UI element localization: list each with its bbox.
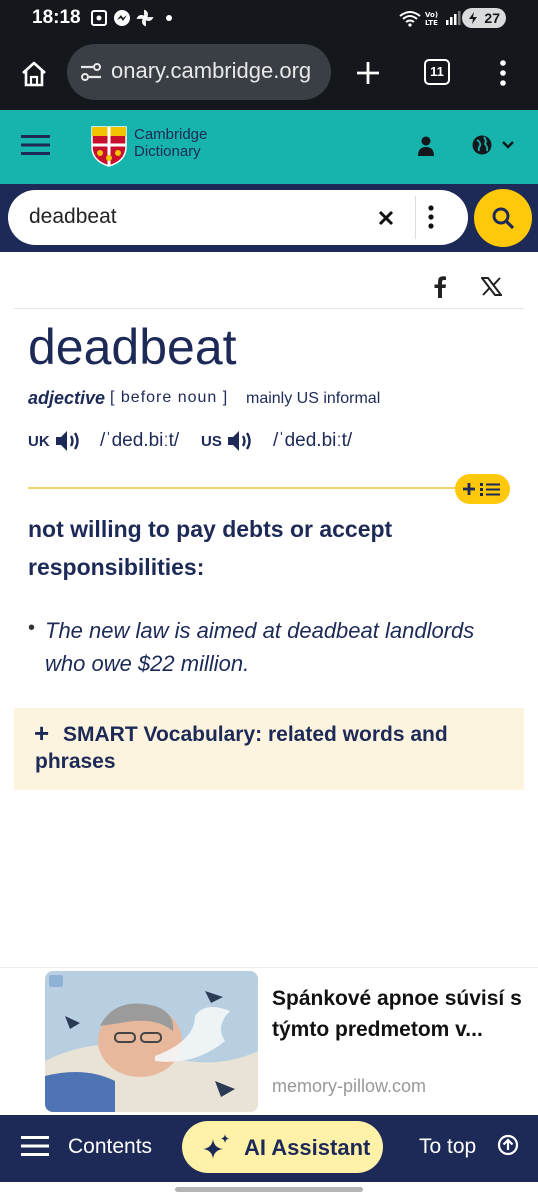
add-to-word-list-button[interactable] — [455, 474, 510, 504]
search-button[interactable] — [474, 189, 532, 247]
status-time: 18:18 — [32, 7, 81, 28]
uk-region-label: UK — [28, 433, 50, 450]
search-value: deadbeat — [29, 205, 117, 228]
ad-illustration — [45, 971, 258, 1112]
svg-text:Vo): Vo) — [425, 11, 438, 19]
search-icon — [492, 207, 515, 230]
brand-line-2: Dictionary — [134, 143, 201, 160]
browser-toolbar: onary.cambridge.org 11 — [0, 36, 538, 110]
address-bar[interactable]: onary.cambridge.org — [67, 44, 331, 100]
new-tab-icon[interactable] — [355, 60, 381, 86]
example-bullet: • — [28, 617, 36, 639]
facebook-share-icon[interactable] — [433, 276, 447, 298]
ai-assistant-label: AI Assistant — [244, 1135, 371, 1160]
language-globe-icon[interactable] — [472, 134, 518, 156]
sense-divider — [28, 487, 468, 489]
ad-title[interactable]: Spánkové apnoe súvisí s týmto predmetom … — [272, 983, 522, 1045]
clear-search-icon[interactable] — [378, 210, 394, 226]
search-band: deadbeat — [0, 184, 538, 252]
charging-icon — [469, 12, 477, 24]
smart-vocabulary-link[interactable]: SMART Vocabulary: related words and phra… — [35, 721, 495, 775]
signal-icon — [446, 11, 461, 25]
grammar-label[interactable]: [ before noun ] — [110, 389, 228, 407]
x-share-icon[interactable] — [481, 277, 502, 296]
uk-pronunciation: /ˈded.biːt/ — [100, 430, 180, 451]
dot-icon — [166, 15, 172, 21]
contents-button[interactable]: Contents — [68, 1135, 152, 1159]
tab-switcher-button[interactable]: 11 — [424, 59, 450, 85]
battery-indicator: 27 — [462, 8, 506, 28]
example-sentence: The new law is aimed at deadbeat landlor… — [45, 618, 475, 676]
pinwheel-icon — [136, 9, 154, 27]
messenger-icon — [114, 10, 130, 26]
svg-text:LTE: LTE — [425, 19, 438, 27]
cambridge-crest-logo[interactable] — [90, 125, 128, 167]
search-options-icon[interactable] — [426, 204, 436, 230]
ad-image[interactable] — [45, 971, 258, 1112]
brand-line-1: Cambridge — [134, 126, 208, 143]
to-top-button[interactable]: To top — [419, 1135, 476, 1159]
uk-audio-icon[interactable] — [54, 428, 84, 454]
status-bar: 18:18 Vo) LTE 27 — [0, 0, 538, 36]
ad-domain: memory-pillow.com — [272, 1076, 427, 1096]
wifi-icon — [399, 11, 421, 27]
us-pronunciation: /ˈded.biːt/ — [273, 430, 353, 451]
brand-name[interactable]: Cambridge Dictionary — [134, 126, 207, 160]
us-audio-icon[interactable] — [226, 428, 256, 454]
url-text: onary.cambridge.org — [111, 58, 312, 83]
arrow-up-circle-icon[interactable] — [497, 1134, 519, 1156]
hamburger-menu-icon[interactable] — [21, 134, 50, 156]
contents-menu-icon[interactable] — [21, 1135, 49, 1157]
home-icon[interactable] — [20, 60, 48, 88]
usage-label[interactable]: mainly US informal — [246, 390, 380, 408]
search-divider — [415, 196, 416, 239]
advertisement[interactable]: Spánkové apnoe súvisí s týmto predmetom … — [0, 967, 538, 1115]
definition-text: not willing to pay debts or accept respo… — [28, 516, 393, 580]
volte-icon: Vo) LTE — [425, 11, 438, 27]
ai-assistant-button[interactable]: AI Assistant — [182, 1121, 383, 1173]
site-header: Cambridge Dictionary — [0, 110, 538, 184]
user-account-icon[interactable] — [417, 136, 435, 156]
smart-vocabulary-box[interactable]: + SMART Vocabulary: related words and ph… — [14, 708, 524, 790]
content-divider — [14, 308, 524, 309]
add-to-list-icon — [463, 483, 500, 496]
tab-count: 11 — [430, 64, 444, 79]
headword: deadbeat — [28, 319, 237, 375]
us-region-label: US — [201, 433, 222, 450]
browser-menu-icon[interactable] — [496, 58, 510, 88]
part-of-speech[interactable]: adjective — [28, 388, 105, 409]
site-settings-icon[interactable] — [79, 60, 103, 84]
sparkle-icon — [203, 1134, 229, 1159]
battery-level: 27 — [484, 10, 500, 26]
bottom-navigation: Contents AI Assistant To top — [0, 1115, 538, 1182]
home-indicator[interactable] — [175, 1187, 363, 1192]
screenshot-icon — [91, 10, 107, 26]
search-input[interactable]: deadbeat — [8, 190, 468, 245]
